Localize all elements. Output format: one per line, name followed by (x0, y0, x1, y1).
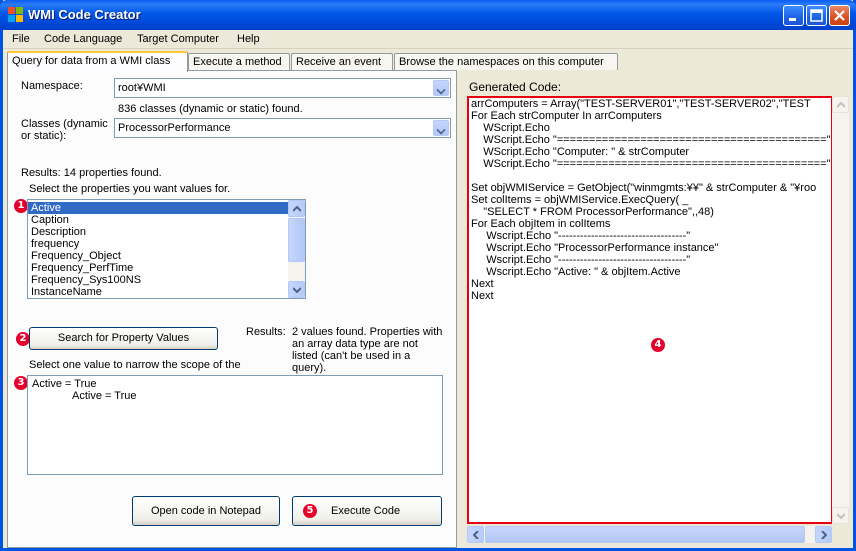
list-item[interactable]: Frequency_Object (28, 250, 288, 262)
chevron-up-icon (837, 102, 845, 108)
code-line: Wscript.Echo "Active: " & objItem.Active (471, 266, 681, 278)
code-line: WScript.Echo "==========================… (471, 134, 831, 146)
generated-code-textbox[interactable]: arrComputers = Array("TEST-SERVER01","TE… (467, 96, 833, 524)
code-line: WScript.Echo (471, 122, 550, 134)
classes-found-text: 836 classes (dynamic or static) found. (118, 103, 303, 115)
app-icon (8, 7, 24, 23)
tab-browse-namespaces[interactable]: Browse the namespaces on this computer (394, 53, 618, 71)
values-results-text-4: query). (292, 362, 327, 374)
close-icon (834, 10, 845, 21)
maximize-button[interactable] (806, 5, 827, 26)
window-title: WMI Code Creator (28, 7, 141, 22)
scroll-thumb[interactable] (288, 218, 305, 262)
list-item[interactable]: Caption (28, 214, 288, 226)
annotation-badge-3: 3 (14, 376, 28, 390)
list-item[interactable]: Frequency_PerfTime (28, 262, 288, 274)
chevron-down-icon (293, 287, 301, 293)
chevron-up-icon (293, 206, 301, 212)
search-property-values-button[interactable]: Search for Property Values (29, 327, 218, 350)
code-line: Wscript.Echo "ProcessorPerformance insta… (471, 242, 719, 254)
execute-code-label: Execute Code (331, 505, 401, 517)
namespace-label: Namespace: (21, 80, 83, 92)
values-results-text-3: listed (can't be used in a (292, 350, 411, 362)
app-window: WMI Code Creator File Code Language Targ… (0, 0, 856, 551)
classes-label-1: Classes (dynamic (21, 118, 108, 130)
minimize-icon (789, 18, 796, 21)
code-line: Set colItems = objWMIService.ExecQuery( … (471, 194, 689, 206)
list-item[interactable]: Frequency_Sys100NS (28, 274, 288, 286)
class-select[interactable]: ProcessorPerformance (114, 118, 451, 138)
scroll-left-button[interactable] (467, 526, 484, 543)
tab-execute-method[interactable]: Execute a method (188, 53, 290, 71)
namespace-value: root¥WMI (118, 82, 166, 94)
list-item[interactable]: frequency (28, 238, 288, 250)
narrow-scope-prompt: Select one value to narrow the scope of … (29, 359, 241, 371)
menu-target-computer[interactable]: Target Computer (137, 33, 219, 45)
scroll-up-button[interactable] (288, 200, 305, 217)
code-line: WScript.Echo "Computer: " & strComputer (471, 146, 690, 158)
chevron-down-icon (837, 513, 845, 519)
chevron-down-icon[interactable] (433, 120, 449, 136)
properties-scrollbar[interactable] (288, 200, 305, 298)
close-button[interactable] (829, 5, 850, 26)
code-line: Next (471, 290, 494, 302)
scroll-thumb[interactable] (485, 526, 805, 543)
code-line: For Each objItem in colItems (471, 218, 611, 230)
class-value: ProcessorPerformance (118, 122, 231, 134)
scroll-right-button[interactable] (815, 526, 832, 543)
classes-label-2: or static): (21, 130, 67, 142)
annotation-badge-2: 2 (16, 332, 30, 346)
code-line: Next (471, 278, 494, 290)
values-results-text-2: an array data type are not (292, 338, 418, 350)
chevron-down-icon[interactable] (433, 80, 449, 96)
generated-code: arrComputers = Array("TEST-SERVER01","TE… (471, 98, 831, 302)
generated-code-label: Generated Code: (469, 80, 562, 94)
maximize-icon (810, 9, 823, 22)
menu-bar: File Code Language Target Computer Help (3, 30, 853, 49)
code-line: Wscript.Echo "--------------------------… (471, 254, 691, 266)
chevron-right-icon (821, 531, 827, 539)
scroll-down-button[interactable] (832, 507, 849, 524)
property-values-list[interactable]: Active = True Active = True (27, 375, 443, 475)
open-notepad-button[interactable]: Open code in Notepad (132, 496, 280, 526)
tab-query-class[interactable]: Query for data from a WMI class (7, 51, 188, 72)
code-line: For Each strComputer In arrComputers (471, 110, 662, 122)
execute-code-button[interactable]: 5 Execute Code (292, 496, 442, 526)
values-results-label: Results: (246, 326, 286, 338)
select-properties-prompt: Select the properties you want values fo… (29, 183, 231, 195)
chevron-left-icon (473, 531, 479, 539)
values-results-text-1: 2 values found. Properties with (292, 326, 443, 338)
code-line: Set objWMIService = GetObject("winmgmts:… (471, 182, 817, 194)
annotation-badge-4: 4 (651, 338, 665, 352)
code-line: WScript.Echo "==========================… (471, 158, 831, 170)
annotation-badge-1: 1 (14, 199, 28, 213)
list-item[interactable]: Description (28, 226, 288, 238)
title-bar[interactable]: WMI Code Creator (0, 0, 856, 30)
code-vertical-scrollbar[interactable] (832, 96, 849, 524)
scroll-up-button[interactable] (832, 96, 849, 113)
code-line: "SELECT * FROM ProcessorPerformance",,48… (471, 206, 714, 218)
tab-strip: Query for data from a WMI class Execute … (3, 51, 853, 72)
results-label: Results: 14 properties found. (21, 167, 162, 179)
namespace-select[interactable]: root¥WMI (114, 78, 451, 98)
query-tab-page (7, 70, 457, 548)
code-horizontal-scrollbar[interactable] (467, 526, 832, 543)
code-line: Wscript.Echo "--------------------------… (471, 230, 691, 242)
list-item[interactable]: InstanceName (28, 286, 288, 298)
list-item[interactable]: Active = True (28, 378, 442, 390)
scroll-down-button[interactable] (288, 281, 305, 298)
tab-receive-event[interactable]: Receive an event (291, 53, 393, 71)
code-line: arrComputers = Array("TEST-SERVER01","TE… (471, 98, 811, 110)
menu-help[interactable]: Help (237, 33, 260, 45)
list-item[interactable]: Active = True (28, 390, 442, 402)
annotation-badge-5: 5 (303, 504, 317, 518)
menu-file[interactable]: File (12, 33, 30, 45)
properties-listbox[interactable]: Active Caption Description frequency Fre… (27, 199, 306, 299)
menu-code-language[interactable]: Code Language (44, 33, 122, 45)
minimize-button[interactable] (783, 5, 804, 26)
list-item[interactable]: Active (28, 202, 288, 214)
